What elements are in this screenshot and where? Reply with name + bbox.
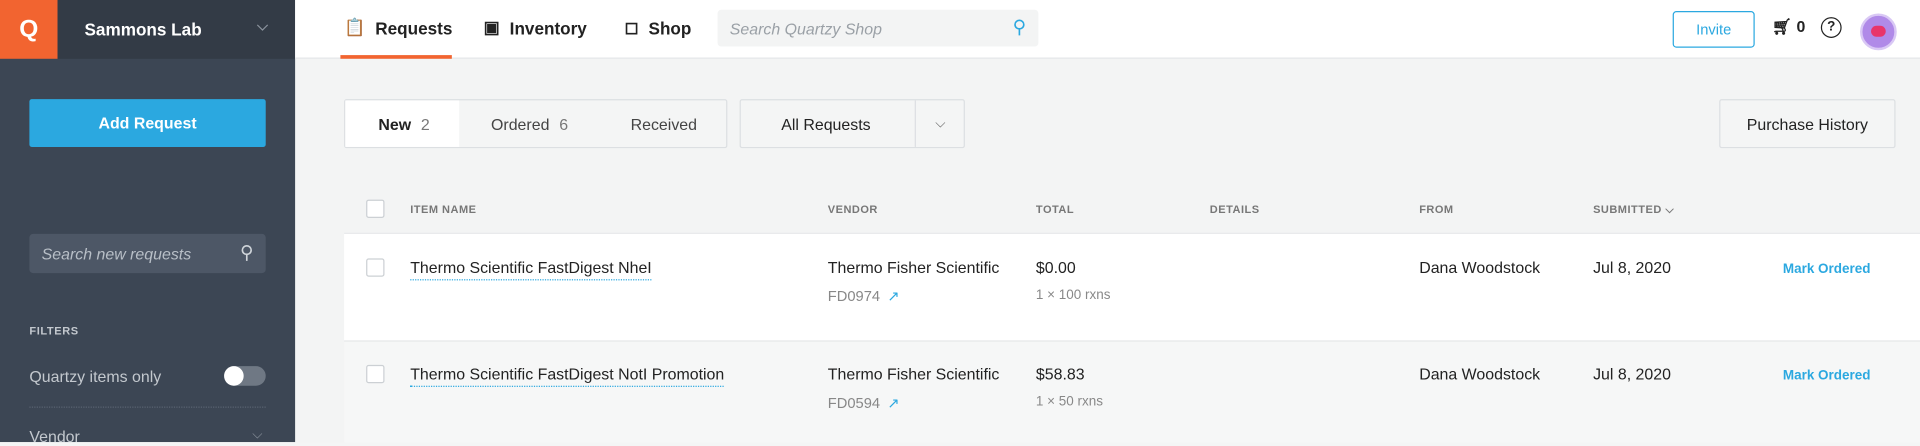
vendor-filter[interactable]: Vendor ⌵ — [29, 427, 262, 446]
lab-switcher[interactable]: Sammons Lab ⌵ — [57, 0, 296, 59]
header-label: SUBMITTED — [1593, 203, 1662, 216]
table-row: Thermo Scientific FastDigest NotI Promot… — [344, 340, 1920, 443]
quantity: 1 × 100 rxns — [1035, 287, 1111, 303]
external-link-icon[interactable]: ↗ — [887, 288, 899, 305]
header-from[interactable]: FROM — [1419, 203, 1453, 215]
chevron-down-icon: ⌵ — [252, 427, 263, 443]
row-checkbox[interactable] — [366, 364, 385, 384]
header-total[interactable]: TOTAL — [1036, 203, 1074, 215]
vendor-label: Vendor — [29, 427, 80, 446]
submitted-date: Jul 8, 2020 — [1593, 364, 1671, 384]
catalog-number[interactable]: FD0974 ↗ — [828, 288, 900, 305]
tab-label: Ordered — [491, 114, 550, 133]
catalog-text: FD0594 — [827, 394, 881, 412]
total: $0.00 — [1035, 258, 1076, 277]
chevron-down-icon: ⌵ — [257, 17, 269, 35]
cart-count: 0 — [1796, 17, 1806, 36]
tab-label: New — [378, 114, 412, 133]
nav-label: Requests — [375, 17, 453, 38]
header-vendor[interactable]: VENDOR — [828, 203, 878, 215]
submitted-date: Jul 8, 2020 — [1593, 258, 1671, 277]
shop-search-input[interactable]: Search Quartzy Shop ⚲ — [717, 9, 1039, 47]
vendor-name: Thermo Fisher Scientific — [827, 258, 1000, 277]
quartzy-only-toggle[interactable] — [224, 366, 266, 386]
tab-received[interactable]: Received — [600, 100, 697, 147]
item-name-link[interactable]: Thermo Scientific FastDigest NotI Promot… — [410, 365, 725, 387]
row-checkbox[interactable] — [366, 258, 385, 277]
quantity: 1 × 50 rxns — [1035, 394, 1103, 409]
nav-requests[interactable]: 📋 Requests — [344, 17, 452, 38]
catalog-text: FD0974 — [827, 287, 881, 305]
search-icon[interactable]: ⚲ — [1013, 16, 1026, 38]
quartzy-logo[interactable]: Q — [0, 0, 58, 59]
sidebar: Q Sammons Lab ⌵ Add Request Search new re… — [0, 0, 296, 446]
requester: Dana Woodstock — [1419, 364, 1541, 384]
avatar[interactable] — [1860, 13, 1897, 51]
search-requests-input[interactable]: Search new requests ⚲ — [29, 233, 266, 274]
mark-ordered-button[interactable]: Mark Ordered — [1783, 369, 1871, 384]
search-placeholder: Search Quartzy Shop — [729, 19, 883, 38]
lab-name: Sammons Lab — [84, 19, 202, 40]
add-request-button[interactable]: Add Request — [29, 99, 266, 147]
clipboard-icon: 📋 — [344, 17, 366, 37]
nav-label: Shop — [648, 17, 692, 38]
box-icon: ▣ — [483, 17, 500, 37]
nav-label: Inventory — [509, 17, 587, 38]
divider — [29, 406, 266, 408]
sort-down-icon: ⌵ — [1665, 203, 1675, 216]
select-all-checkbox[interactable] — [366, 199, 385, 218]
chevron-down-icon[interactable]: ⌵ — [914, 100, 965, 147]
item-name-link[interactable]: Thermo Scientific FastDigest NheI — [410, 258, 652, 281]
search-placeholder: Search new requests — [41, 244, 192, 264]
tab-label: Received — [630, 114, 697, 133]
cart-icon: 🛒︎ — [1771, 17, 1793, 36]
top-nav: 📋 Requests ▣ Inventory ◻ Shop Search Quartz… — [295, 0, 1920, 59]
invite-button[interactable]: Invite — [1672, 11, 1755, 48]
quartzy-only-label: Quartzy items only — [29, 367, 162, 386]
app: Q Sammons Lab ⌵ Add Request Search new re… — [0, 0, 1920, 446]
tab-count: 2 — [420, 114, 430, 133]
mark-ordered-button[interactable]: Mark Ordered — [1783, 262, 1871, 277]
cart-button[interactable]: 🛒︎ 0 — [1772, 17, 1806, 37]
total: $58.83 — [1035, 364, 1085, 384]
tab-ordered[interactable]: Ordered 6 — [459, 100, 600, 147]
status-tabs: New 2 Ordered 6 Received — [344, 99, 728, 149]
header-submitted[interactable]: SUBMITTED ⌵ — [1593, 203, 1674, 216]
active-tab-indicator — [340, 55, 452, 59]
nav-inventory[interactable]: ▣ Inventory — [484, 17, 587, 38]
nav-shop[interactable]: ◻ Shop — [624, 17, 691, 38]
external-link-icon[interactable]: ↗ — [887, 394, 899, 411]
select-value: All Requests — [781, 115, 871, 134]
tab-new[interactable]: New 2 — [345, 100, 460, 147]
catalog-number[interactable]: FD0594 ↗ — [828, 394, 900, 411]
header-details[interactable]: DETAILS — [1210, 203, 1260, 215]
purchase-history-button[interactable]: Purchase History — [1719, 99, 1896, 149]
header-item-name[interactable]: ITEM NAME — [410, 203, 476, 215]
vendor-name: Thermo Fisher Scientific — [827, 364, 1000, 384]
table-row: Thermo Scientific FastDigest NheI Thermo… — [344, 232, 1920, 341]
tab-count: 6 — [559, 114, 569, 133]
shopping-bag-icon: ◻ — [624, 17, 639, 37]
help-icon[interactable]: ? — [1820, 17, 1842, 38]
search-icon[interactable]: ⚲ — [240, 241, 253, 263]
filters-heading: FILTERS — [29, 324, 79, 337]
request-filter-select[interactable]: All Requests ⌵ — [739, 99, 965, 149]
requester: Dana Woodstock — [1419, 258, 1541, 277]
